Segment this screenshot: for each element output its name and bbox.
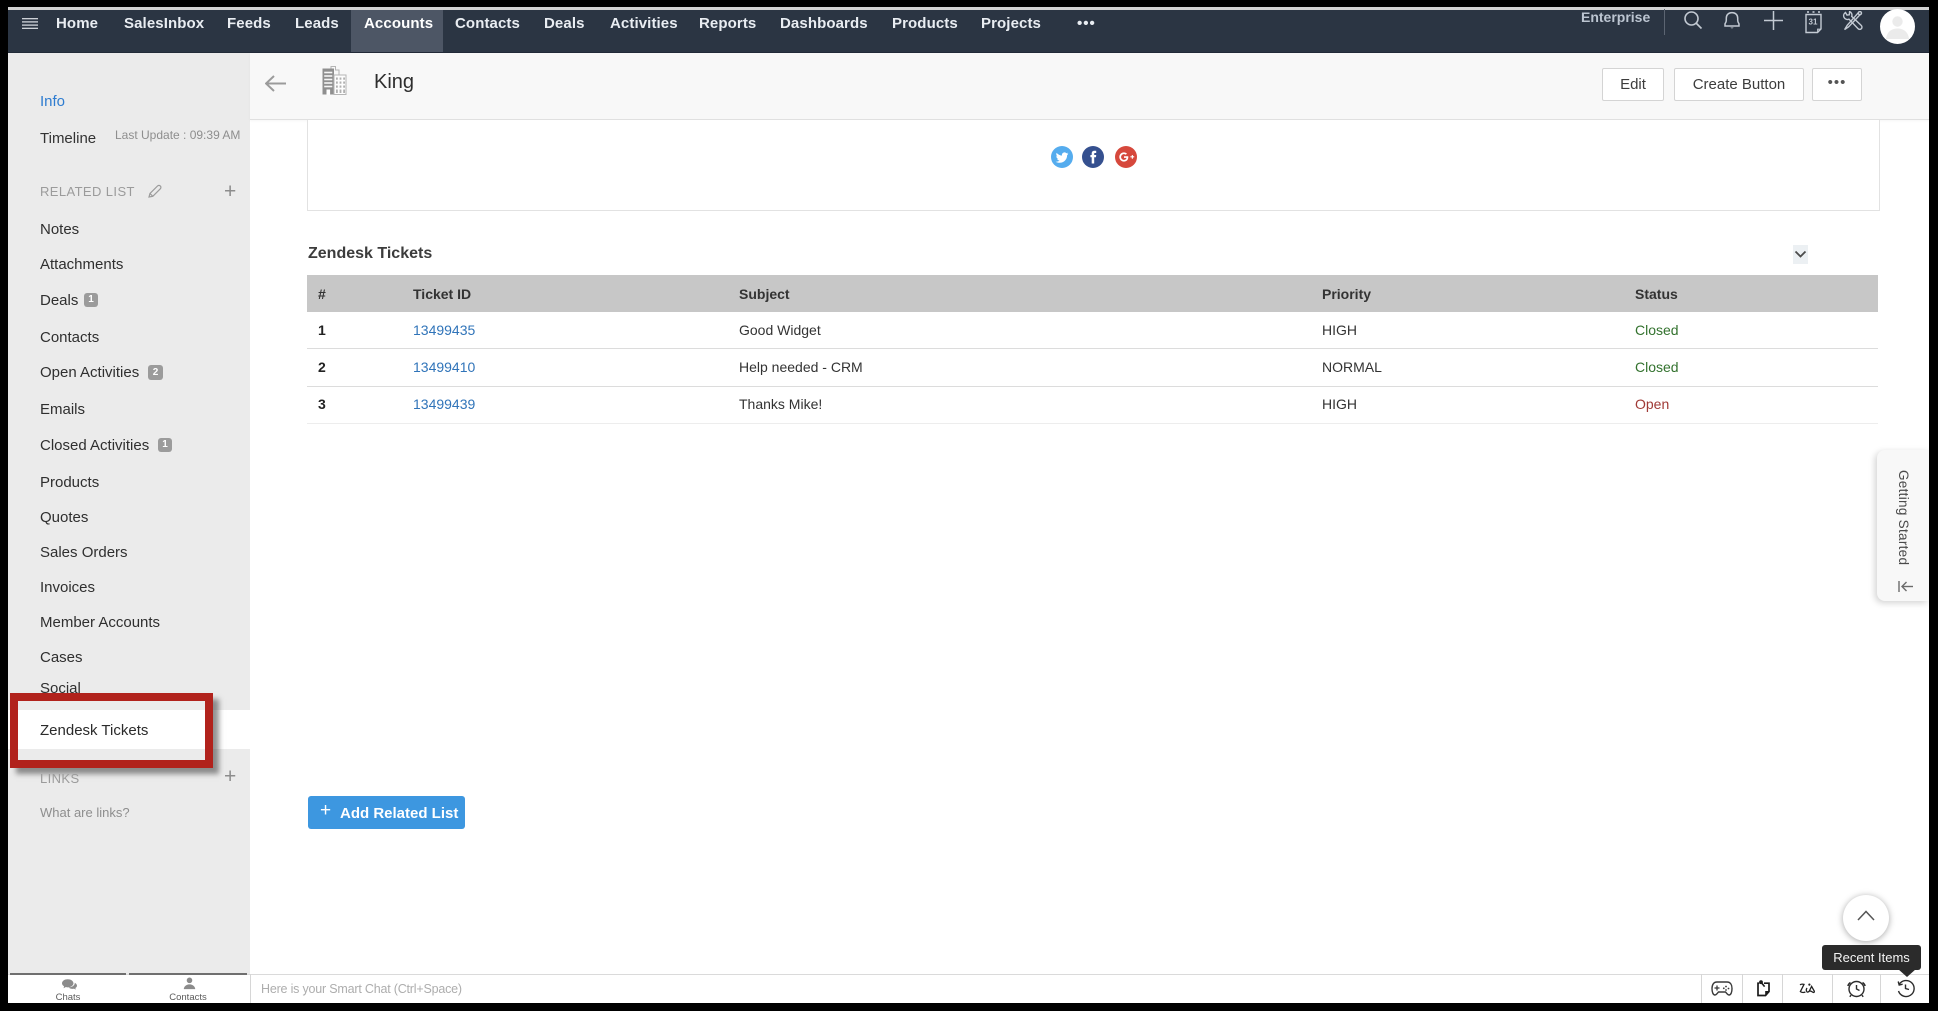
svg-text:31: 31 bbox=[1809, 18, 1818, 27]
